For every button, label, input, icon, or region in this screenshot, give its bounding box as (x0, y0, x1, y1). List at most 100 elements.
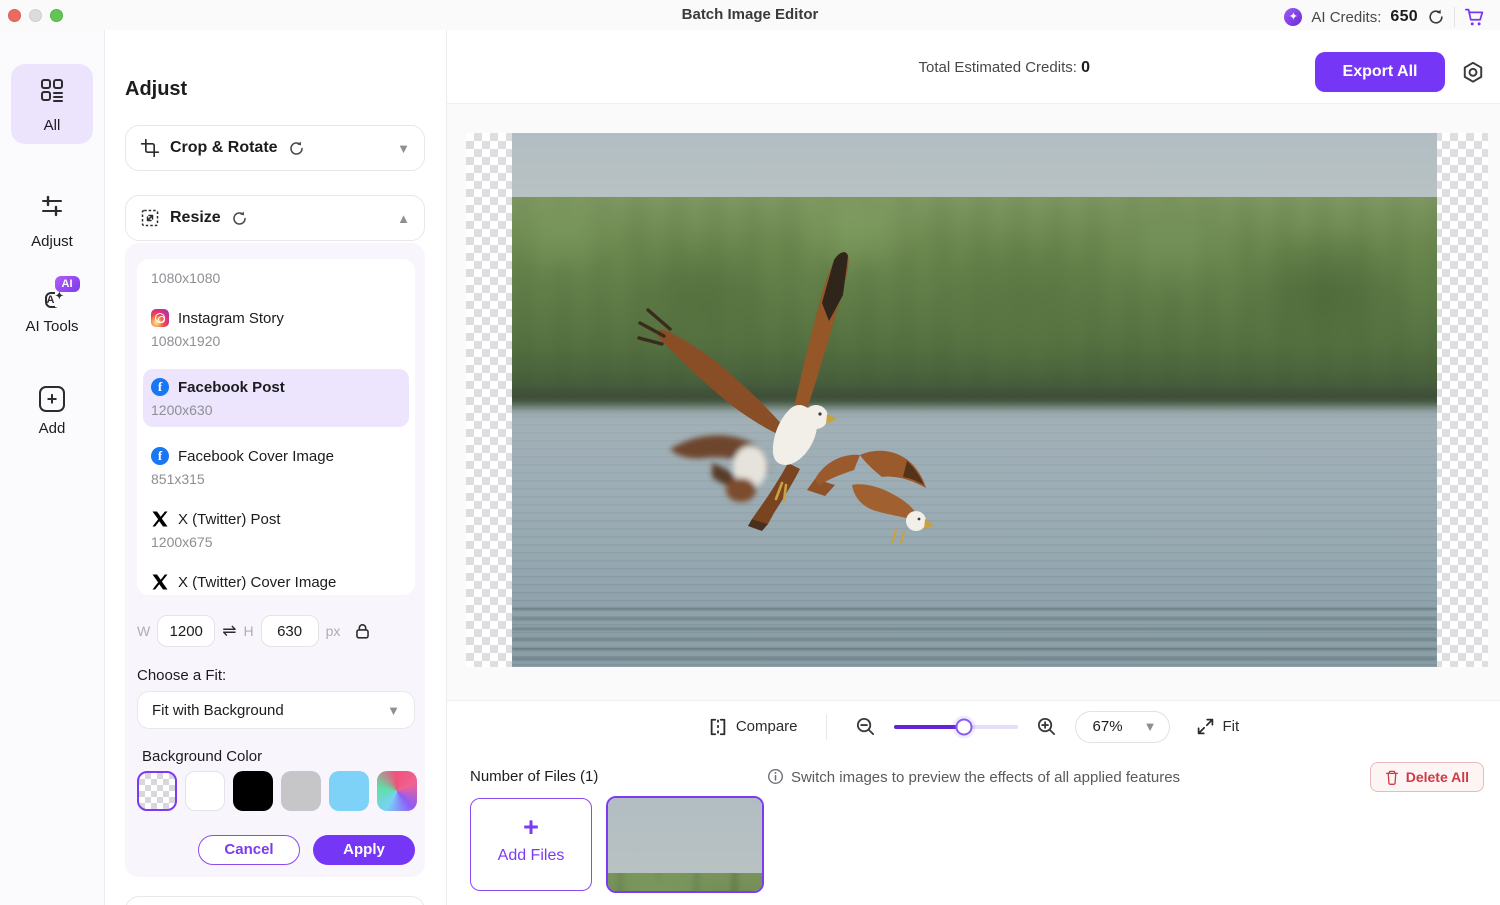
background-swatches (137, 771, 417, 811)
fit-button[interactable]: Fit (1196, 717, 1239, 736)
zoom-in-icon[interactable] (1036, 716, 1057, 737)
delete-all-label: Delete All (1405, 769, 1469, 785)
lock-aspect-icon[interactable] (353, 622, 372, 641)
canvas-toolbar: Compare 67% ▼ Fit (447, 700, 1500, 752)
zoom-out-icon[interactable] (855, 716, 876, 737)
zoom-slider-handle[interactable] (955, 718, 973, 735)
resize-section-body: 1080x1080 Instagram Story 1080x1920 f Fac… (125, 243, 425, 877)
adjust-panel: Adjust Crop & Rotate ▼ Resize ▲ 1080x108… (105, 30, 447, 905)
sidebar-item-add[interactable]: + Add (11, 374, 93, 447)
preset-item-instagram-story[interactable]: Instagram Story 1080x1920 (151, 306, 401, 352)
file-thumbnail[interactable] (606, 796, 764, 893)
instagram-icon (151, 309, 169, 327)
sliders-icon (42, 195, 62, 217)
titlebar: Batch Image Editor ✦ AI Credits: 650 (0, 0, 1500, 30)
swatch-blue[interactable] (329, 771, 369, 811)
preview-image[interactable] (512, 133, 1437, 667)
unit-label: px (325, 623, 341, 639)
ai-credits-icon: ✦ (1284, 8, 1303, 26)
files-hint-text: Switch images to preview the effects of … (790, 769, 1181, 786)
toolbar-divider (825, 713, 827, 740)
add-files-button[interactable]: + Add Files (470, 798, 592, 891)
swap-dimensions-icon[interactable]: ⇌ (222, 621, 236, 641)
thumbnail-image (608, 798, 762, 891)
preset-name: Instagram Story (178, 309, 284, 327)
preset-item-x-cover[interactable]: X (Twitter) Cover Image 1500x500 (151, 570, 401, 595)
preset-item-facebook-cover[interactable]: f Facebook Cover Image 851x315 (151, 444, 401, 490)
sidebar-item-label: All (43, 117, 61, 134)
preset-item-x-post[interactable]: X (Twitter) Post 1200x675 (151, 507, 401, 553)
main-header: Total Estimated Credits: 0 Export All (447, 30, 1500, 104)
ai-badge: AI (54, 276, 80, 292)
preset-dims: 1200x675 (151, 534, 213, 550)
zoom-level-dropdown[interactable]: 67% ▼ (1074, 710, 1170, 743)
choose-fit-label: Choose a Fit: (137, 667, 227, 684)
preset-name: Facebook Cover Image (178, 447, 334, 465)
delete-all-button[interactable]: Delete All (1369, 762, 1484, 792)
swatch-white[interactable] (185, 771, 225, 811)
panel-title: Adjust (125, 78, 188, 100)
crop-rotate-label: Crop & Rotate (170, 139, 278, 156)
cancel-button[interactable]: Cancel (198, 835, 300, 865)
resize-label: Resize (170, 209, 221, 226)
swatch-gradient[interactable] (377, 771, 417, 811)
zoom-slider[interactable] (893, 718, 1018, 735)
resize-icon (141, 209, 159, 227)
reset-icon[interactable] (288, 140, 305, 157)
resize-section-header[interactable]: Resize ▲ (125, 195, 425, 241)
crop-icon (140, 138, 160, 158)
sidebar-item-adjust[interactable]: Adjust (11, 180, 93, 260)
compare-label: Compare (735, 718, 798, 735)
facebook-icon: f (151, 447, 169, 465)
next-section-card[interactable] (125, 896, 425, 905)
window-title: Batch Image Editor (681, 6, 819, 23)
canvas-transparency-checkerboard[interactable] (466, 133, 1488, 667)
sidebar-item-label: AI Tools (25, 318, 79, 335)
preset-item-partial[interactable]: 1080x1080 (151, 267, 401, 289)
refresh-credits-icon[interactable] (1427, 8, 1445, 26)
apply-button[interactable]: Apply (313, 835, 415, 865)
preset-dims: 851x315 (151, 471, 205, 487)
grid-all-icon (41, 79, 63, 102)
files-section: Number of Files (1) Switch images to pre… (447, 752, 1500, 905)
zoom-level-value: 67% (1092, 718, 1123, 735)
compare-button[interactable]: Compare (708, 717, 798, 737)
fit-dropdown[interactable]: Fit with Background ▼ (137, 691, 415, 729)
total-credits-label: Total Estimated Credits: (918, 59, 1077, 76)
chevron-up-icon[interactable]: ▲ (397, 211, 410, 226)
ai-credits-label: AI Credits: (1311, 8, 1382, 26)
preset-dims: 1080x1920 (151, 333, 221, 349)
export-all-button[interactable]: Export All (1315, 52, 1445, 92)
reset-icon[interactable] (231, 210, 248, 227)
preset-name: Facebook Post (178, 378, 285, 396)
plus-icon: + (523, 812, 539, 842)
birds-illustration (512, 133, 1437, 667)
compare-icon (710, 718, 726, 735)
sidebar-item-all[interactable]: All (11, 64, 93, 144)
height-input[interactable] (260, 615, 319, 647)
chevron-down-icon[interactable]: ▼ (397, 141, 410, 156)
preset-item-facebook-post[interactable]: f Facebook Post 1200x630 (143, 369, 409, 427)
x-twitter-icon (152, 511, 168, 527)
main-area: Total Estimated Credits: 0 Export All Co… (447, 30, 1500, 905)
height-label: H (243, 623, 254, 639)
swatch-gray[interactable] (281, 771, 321, 811)
facebook-icon: f (151, 378, 169, 396)
sidebar-item-label: Add (38, 420, 66, 437)
swatch-black[interactable] (233, 771, 273, 811)
preset-dims: 1080x1080 (151, 270, 221, 286)
preset-dims: 1200x630 (151, 402, 213, 418)
preset-dims: 1500x500 (151, 594, 401, 595)
sidebar-item-ai-tools[interactable]: AI ✦ AI AI Tools (11, 276, 93, 345)
preset-name: X (Twitter) Post (178, 510, 281, 528)
preset-name: X (Twitter) Cover Image (178, 573, 337, 591)
ai-tools-icon: AI ✦ (44, 287, 64, 308)
settings-gear-icon[interactable] (1460, 60, 1486, 86)
width-input[interactable] (157, 615, 216, 647)
cart-icon[interactable] (1464, 6, 1486, 28)
info-icon (767, 769, 783, 784)
add-plus-icon: + (39, 386, 65, 412)
crop-rotate-section[interactable]: Crop & Rotate ▼ (125, 125, 425, 171)
swatch-transparent[interactable] (137, 771, 177, 811)
background-color-label: Background Color (142, 748, 263, 765)
